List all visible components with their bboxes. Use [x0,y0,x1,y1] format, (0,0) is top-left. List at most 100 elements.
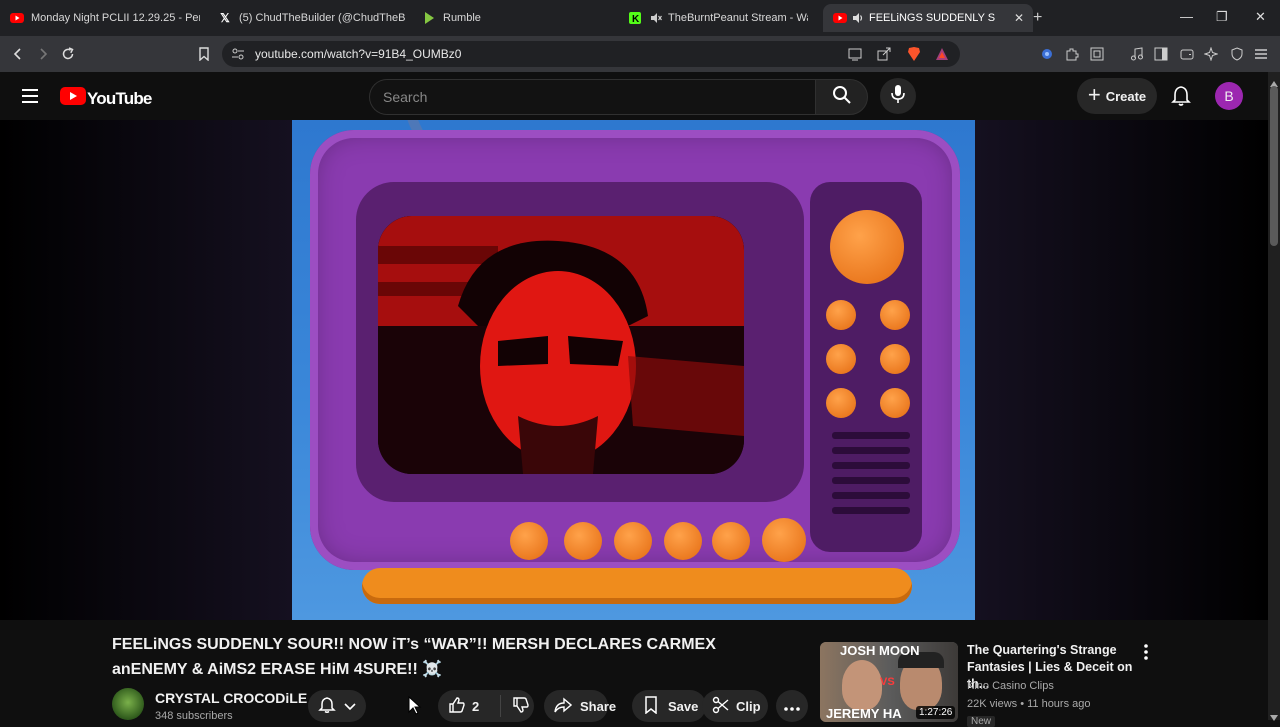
channel-avatar[interactable] [112,688,144,720]
youtube-logo[interactable]: YouTube [60,87,152,110]
new-tab-icon[interactable]: + [1033,9,1042,27]
search-icon [832,85,852,110]
tab-feelings-suddenly-sour[interactable]: FEELiNGS SUDDENLY SOUR!! ✕ [823,4,1033,32]
subscription-bell-button[interactable] [308,690,366,722]
save-button[interactable]: Save [632,690,706,722]
search-placeholder: Search [383,89,428,105]
brave-rewards-icon[interactable] [934,46,950,67]
tv-screen-frame [356,182,804,502]
tab-monday-night[interactable]: Monday Night PCLII 12.29.25 - Perry [10,4,200,32]
muted-speaker-icon[interactable] [649,11,663,25]
media-icon[interactable] [1128,45,1146,63]
svg-text:K: K [632,14,640,24]
rumble-icon [422,11,436,25]
video-duration: 1:27:26 [916,706,956,719]
tv-button [826,388,856,418]
youtube-play-logo-icon [60,87,86,110]
youtube-header: YouTube Search + Create B [0,72,1268,120]
tab-title: (5) ChudTheBuilder (@ChudTheBuilde [239,12,406,24]
menu-icon[interactable] [1252,45,1270,63]
mouse-cursor-icon [408,695,422,721]
search-input[interactable]: Search [369,79,816,115]
close-tab-icon[interactable]: ✕ [1011,10,1027,26]
back-icon[interactable] [8,44,28,64]
bell-icon [318,696,336,717]
avatar-initial: B [1224,88,1234,104]
share-page-icon[interactable] [877,47,891,66]
video-frame [292,120,975,620]
clip-label: Clip [736,698,761,714]
recommended-video[interactable]: JOSH MOON VS JEREMY HA 1:27:26 The Quart… [820,642,1170,727]
video-title: FEELiNGS SUDDENLY SOUR!! NOW iT’s “WAR”!… [112,636,716,678]
save-label: Save [668,698,699,714]
screenshot-icon[interactable] [1088,45,1106,63]
reload-icon[interactable] [58,44,78,64]
avatar[interactable]: B [1215,82,1243,110]
scissors-icon [712,696,730,717]
youtube-wordmark: YouTube [87,88,152,108]
tab-burntpeanut[interactable]: K TheBurntPeanut Stream - Watch [628,4,808,32]
bookmark-icon[interactable] [194,44,214,64]
minimize-icon[interactable]: — [1180,9,1193,24]
tv-screen-image [378,216,744,474]
player-left-fill [0,120,292,620]
tv-speaker-grill [832,432,910,532]
share-label: Share [580,698,617,714]
more-actions-button[interactable] [776,690,808,722]
youtube-page: YouTube Search + Create B FEELiNGS SUDDE… [0,72,1280,727]
notifications-bell-icon[interactable] [1170,85,1192,112]
share-button[interactable]: Share [544,690,616,722]
forward-icon[interactable] [33,44,53,64]
sidebar-icon[interactable] [1152,45,1170,63]
player-right-fill [975,120,1268,620]
search-button[interactable] [815,79,868,115]
thumb-face-left [842,660,882,710]
voice-search-button[interactable] [880,78,916,114]
microphone-icon [890,84,906,109]
page-scrollbar[interactable] [1268,72,1280,721]
recommended-channel: Kino Casino Clips [967,680,1054,692]
tab-title: FEELiNGS SUDDENLY SOUR!! [869,12,995,24]
vpn-icon[interactable] [1228,45,1246,63]
tab-chudthebuilder[interactable]: 𝕏 (5) ChudTheBuilder (@ChudTheBuilde [218,4,406,32]
channel-name[interactable]: CRYSTAL CROCODiLE [155,690,307,706]
more-vertical-icon[interactable] [1144,644,1148,665]
clip-button[interactable]: Clip [702,690,768,722]
create-button[interactable]: + Create [1077,78,1157,114]
tab-title: Monday Night PCLII 12.29.25 - Perry [31,12,200,24]
close-window-icon[interactable]: ✕ [1255,9,1266,25]
scroll-down-arrow-icon[interactable] [1270,708,1278,726]
thumbs-down-icon[interactable] [512,696,530,717]
brave-shields-icon[interactable] [906,46,922,67]
kick-icon: K [628,11,642,25]
subscriber-count: 348 subscribers [155,710,233,722]
create-label: Create [1105,88,1147,104]
thumb-text-top: JOSH MOON [840,643,920,658]
restore-icon[interactable]: ❐ [1216,9,1228,25]
more-horizontal-icon [784,699,800,714]
like-count: 2 [472,698,480,714]
like-dislike-group: 2 [438,690,534,722]
extensions-icon[interactable] [1063,45,1081,63]
tv-button [880,344,910,374]
scrollbar-thumb[interactable] [1270,86,1278,246]
cast-icon[interactable] [848,47,862,66]
guide-menu-icon[interactable] [20,86,40,111]
tv-big-knob [830,210,904,284]
address-bar[interactable]: youtube.com/watch?v=91B4_OUMBz0 [222,41,960,67]
extension-blue-icon[interactable] [1038,45,1056,63]
x-icon: 𝕏 [220,11,230,25]
tv-button [826,300,856,330]
speaker-icon[interactable] [851,11,865,25]
wallet-icon[interactable] [1178,45,1196,63]
leo-ai-icon[interactable] [1202,45,1220,63]
site-settings-icon[interactable] [231,47,245,66]
video-actions-row: CRYSTAL CROCODiLE 348 subscribers 2 Shar… [112,686,812,722]
save-icon [644,695,658,717]
tv-bottom-knob [664,522,702,560]
tab-rumble[interactable]: Rumble [422,4,612,32]
video-player[interactable] [0,120,1268,620]
like-button[interactable]: 2 [438,695,501,717]
clay-tv-base [362,568,912,604]
plus-icon: + [1087,82,1101,107]
